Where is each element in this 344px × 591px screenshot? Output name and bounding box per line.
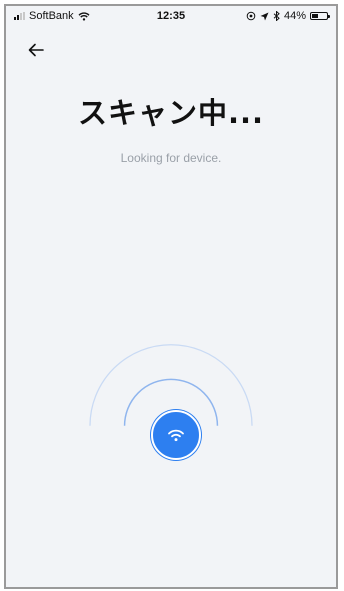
arrow-left-icon (28, 43, 44, 57)
app-frame: SoftBank 12:35 44% スキャン中... Looking for … (4, 4, 338, 589)
back-button[interactable] (26, 40, 50, 60)
status-right: 44% (246, 10, 330, 22)
location-icon (246, 11, 256, 21)
battery-percentage: 44% (283, 10, 306, 22)
page-subtitle: Looking for device. (120, 151, 222, 165)
battery-level (312, 14, 318, 18)
navigation-arrow-icon (260, 12, 269, 20)
page-title: スキャン中... (77, 96, 265, 130)
battery-icon (310, 12, 330, 20)
scan-wifi-button[interactable] (151, 410, 201, 460)
wifi-icon (168, 429, 184, 442)
status-bar: SoftBank 12:35 44% (6, 6, 336, 28)
bluetooth-icon (273, 11, 280, 21)
